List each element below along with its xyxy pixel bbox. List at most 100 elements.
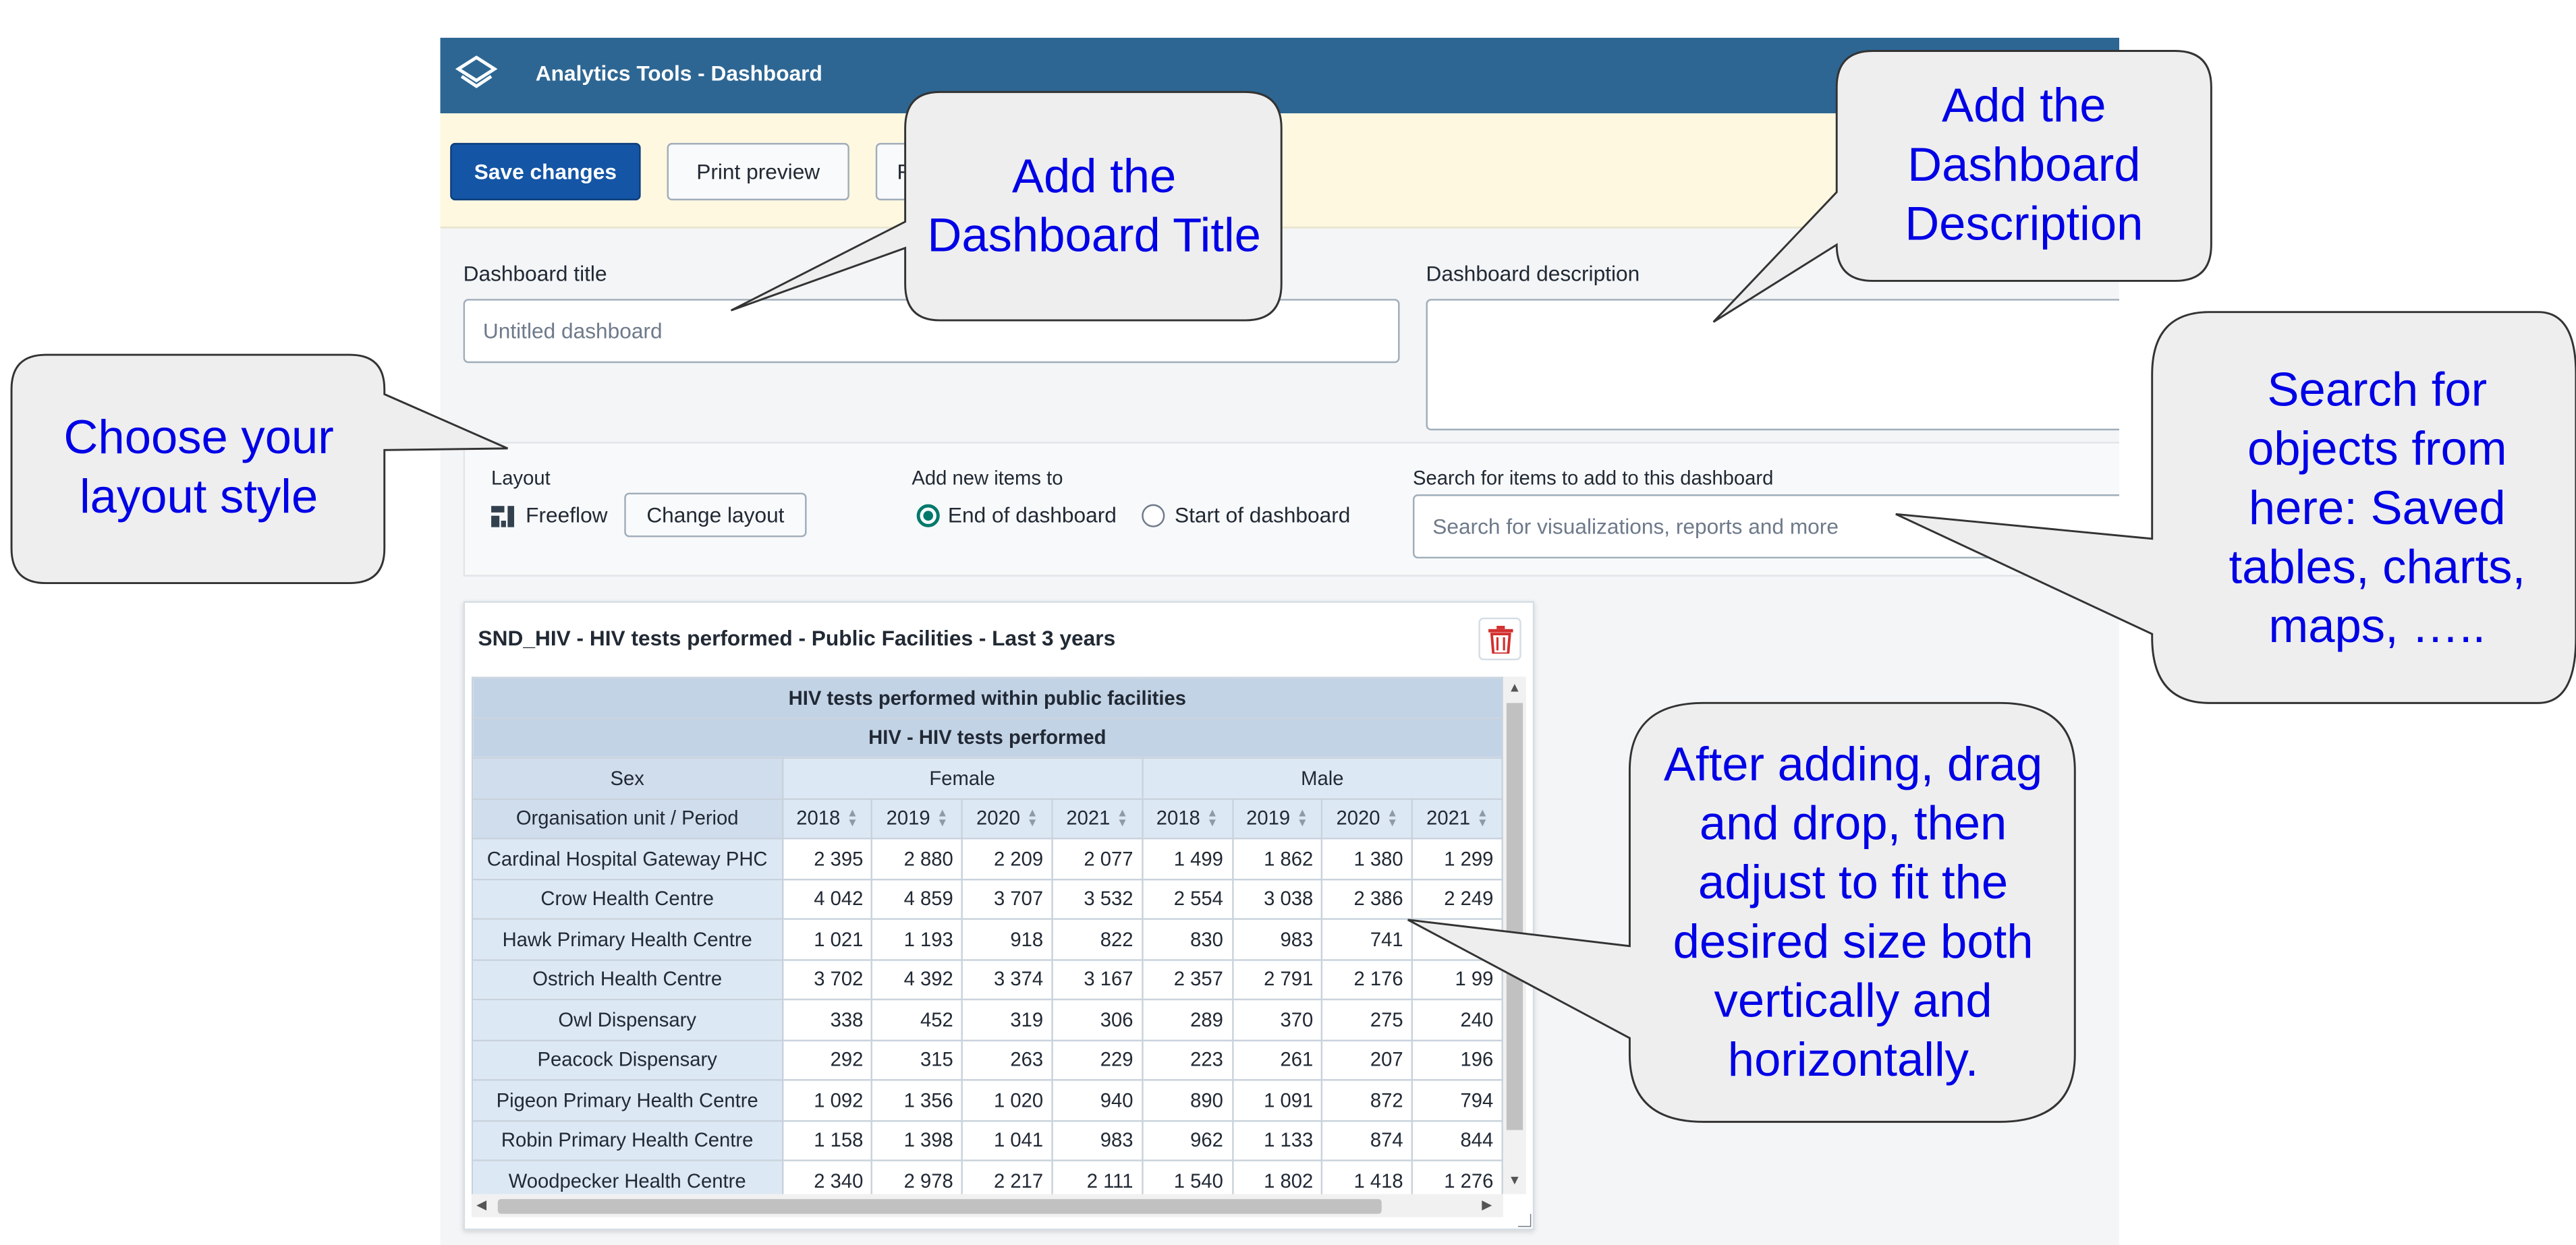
dashboard-item-card[interactable]: SND_HIV - HIV tests performed - Public F… bbox=[463, 601, 1535, 1231]
value-cell: 874 bbox=[1321, 1119, 1413, 1161]
sort-icon[interactable]: ▲ ▼ bbox=[1207, 808, 1219, 830]
value-cell: 2 386 bbox=[1321, 877, 1413, 920]
value-cell: 4 042 bbox=[781, 877, 873, 920]
value-cell: 2 217 bbox=[961, 1159, 1053, 1194]
callout-resize: After adding, drag and drop, then adjust… bbox=[1405, 701, 2086, 1128]
delete-item-button[interactable] bbox=[1478, 617, 1521, 661]
value-cell: 1 091 bbox=[1231, 1079, 1323, 1122]
period-header[interactable]: 2020 ▲ ▼ bbox=[1321, 797, 1413, 840]
value-cell: 306 bbox=[1051, 998, 1144, 1041]
period-header[interactable]: 2018 ▲ ▼ bbox=[1141, 797, 1233, 840]
callout-title: Add the Dashboard Title bbox=[706, 90, 1298, 337]
horizontal-scrollbar[interactable]: ◀ ▶ bbox=[471, 1194, 1503, 1217]
radio-end-of-dashboard[interactable] bbox=[916, 504, 940, 527]
value-cell: 370 bbox=[1231, 998, 1323, 1041]
value-cell: 1 021 bbox=[781, 918, 873, 960]
table-row: Crow Health Centre 4 042 4 859 3 707 3 532 2 … bbox=[471, 877, 1503, 920]
callout-title-text: Add the Dashboard Title bbox=[927, 151, 1261, 263]
save-changes-button[interactable]: Save changes bbox=[450, 142, 641, 201]
value-cell: 1 276 bbox=[1411, 1159, 1503, 1194]
value-cell: 2 554 bbox=[1141, 877, 1233, 920]
table-row: Owl Dispensary 338 452 319 306 289 370 275 240 bbox=[471, 998, 1503, 1041]
value-cell: 1 158 bbox=[781, 1119, 873, 1161]
callout-resize-text: After adding, drag and drop, then adjust… bbox=[1663, 739, 2043, 1088]
value-cell: 1 092 bbox=[781, 1079, 873, 1122]
value-cell: 741 bbox=[1321, 918, 1413, 960]
trash-icon bbox=[1488, 625, 1513, 654]
scroll-up-icon[interactable]: ▲ bbox=[1508, 680, 1521, 695]
sort-icon[interactable]: ▲ ▼ bbox=[936, 808, 948, 830]
horizontal-scroll-thumb[interactable] bbox=[497, 1198, 1382, 1214]
corner-header: Organisation unit / Period bbox=[471, 797, 783, 840]
value-cell: 338 bbox=[781, 998, 873, 1041]
pivot-table-viewport[interactable]: HIV tests performed within public facili… bbox=[471, 676, 1503, 1194]
dimension-label: Sex bbox=[471, 757, 783, 799]
value-cell: 2 077 bbox=[1051, 838, 1144, 880]
org-unit-name: Woodpecker Health Centre bbox=[471, 1159, 783, 1194]
value-cell: 918 bbox=[961, 918, 1053, 960]
current-layout-name: Freeflow bbox=[526, 502, 608, 527]
value-cell: 1 380 bbox=[1321, 838, 1413, 880]
sort-icon[interactable]: ▲ ▼ bbox=[1387, 808, 1398, 830]
period-header[interactable]: 2019 ▲ ▼ bbox=[1231, 797, 1323, 840]
sort-icon[interactable]: ▲ ▼ bbox=[847, 808, 858, 830]
org-unit-name: Pigeon Primary Health Centre bbox=[471, 1079, 783, 1122]
value-cell: 3 532 bbox=[1051, 877, 1144, 920]
value-cell: 2 340 bbox=[781, 1159, 873, 1194]
value-cell: 2 111 bbox=[1051, 1159, 1144, 1194]
value-cell: 223 bbox=[1141, 1039, 1233, 1081]
callout-search: Search for objects from here: Saved tabl… bbox=[1889, 309, 2576, 712]
org-unit-name: Hawk Primary Health Centre bbox=[471, 918, 783, 960]
scroll-down-icon[interactable]: ▼ bbox=[1508, 1173, 1521, 1188]
dashboard-title-label: Dashboard title bbox=[463, 261, 607, 286]
value-cell: 1 862 bbox=[1231, 838, 1323, 880]
scroll-right-icon[interactable]: ▶ bbox=[1482, 1197, 1492, 1212]
value-cell: 3 374 bbox=[961, 958, 1053, 1001]
period-label: 2019 bbox=[1246, 807, 1291, 830]
value-cell: 3 167 bbox=[1051, 958, 1144, 1001]
value-cell: 289 bbox=[1141, 998, 1233, 1041]
period-header[interactable]: 2021 ▲ ▼ bbox=[1051, 797, 1144, 840]
value-cell: 315 bbox=[871, 1039, 963, 1081]
value-cell: 872 bbox=[1321, 1079, 1413, 1122]
callout-layout-text: Choose your layout style bbox=[63, 412, 334, 524]
table-row: Cardinal Hospital Gateway PHC 2 395 2 880 2… bbox=[471, 838, 1503, 880]
period-header[interactable]: 2019 ▲ ▼ bbox=[871, 797, 963, 840]
table-row: Hawk Primary Health Centre 1 021 1 193 918 8… bbox=[471, 918, 1503, 960]
period-label: 2018 bbox=[796, 807, 841, 830]
value-cell: 822 bbox=[1051, 918, 1144, 960]
value-cell: 319 bbox=[961, 998, 1053, 1041]
callout-description-text: Add the Dashboard Description bbox=[1905, 80, 2144, 252]
resize-handle-icon[interactable] bbox=[1517, 1213, 1532, 1227]
value-cell: 229 bbox=[1051, 1039, 1144, 1081]
radio-start-of-dashboard[interactable] bbox=[1142, 504, 1165, 527]
item-title: SND_HIV - HIV tests performed - Public F… bbox=[478, 625, 1116, 651]
period-header[interactable]: 2020 ▲ ▼ bbox=[961, 797, 1053, 840]
value-cell: 830 bbox=[1141, 918, 1233, 960]
table-title: HIV tests performed within public facili… bbox=[471, 676, 1503, 719]
value-cell: 2 357 bbox=[1141, 958, 1233, 1001]
value-cell: 1 193 bbox=[871, 918, 963, 960]
layers-logo-icon[interactable] bbox=[455, 54, 498, 96]
value-cell: 4 859 bbox=[871, 877, 963, 920]
sort-icon[interactable]: ▲ ▼ bbox=[1027, 808, 1038, 830]
callout-description: Add the Dashboard Description bbox=[1708, 49, 2234, 328]
sort-icon[interactable]: ▲ ▼ bbox=[1117, 808, 1128, 830]
radio-end-label: End of dashboard bbox=[947, 502, 1117, 527]
value-cell: 1 356 bbox=[871, 1079, 963, 1122]
value-cell: 962 bbox=[1141, 1119, 1233, 1161]
search-items-label: Search for items to add to this dashboar… bbox=[1413, 466, 1774, 490]
value-cell: 3 707 bbox=[961, 877, 1053, 920]
sort-icon[interactable]: ▲ ▼ bbox=[1297, 808, 1308, 830]
value-cell: 1 133 bbox=[1231, 1119, 1323, 1161]
period-label: 2019 bbox=[886, 807, 930, 830]
table-row: Woodpecker Health Centre 2 340 2 978 2 217 2… bbox=[471, 1159, 1503, 1194]
data-element-header: HIV - HIV tests performed bbox=[471, 717, 1503, 759]
period-header[interactable]: 2018 ▲ ▼ bbox=[781, 797, 873, 840]
scroll-left-icon[interactable]: ◀ bbox=[476, 1197, 486, 1212]
value-cell: 3 038 bbox=[1231, 877, 1323, 920]
org-unit-name: Ostrich Health Centre bbox=[471, 958, 783, 1001]
change-layout-button[interactable]: Change layout bbox=[624, 492, 807, 538]
value-cell: 207 bbox=[1321, 1039, 1413, 1081]
value-cell: 1 020 bbox=[961, 1079, 1053, 1122]
